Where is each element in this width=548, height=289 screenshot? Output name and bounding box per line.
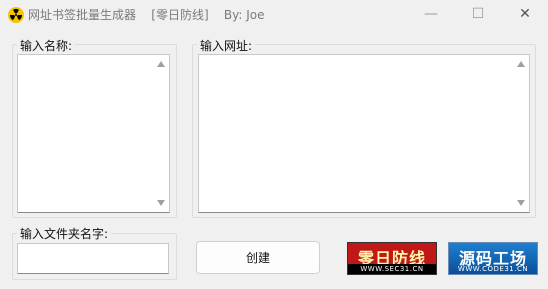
close-icon: ✕ (519, 6, 531, 22)
arrow-down-icon[interactable] (157, 200, 165, 206)
name-textarea[interactable] (17, 54, 170, 213)
maximize-icon: ☐ (471, 6, 485, 22)
url-scrollbar[interactable] (513, 55, 529, 212)
name-group-label: 输入名称: (17, 37, 76, 54)
arrow-up-icon[interactable] (517, 61, 525, 67)
window-title: 网址书签批量生成器 [零日防线] By: Joe (28, 8, 265, 22)
sec31-banner[interactable]: 零日防线 WWW.SEC31.CN (347, 242, 437, 275)
arrow-down-icon[interactable] (517, 200, 525, 206)
code31-banner[interactable]: 源码工场 WWW.CODE31.CN (448, 242, 538, 275)
create-button-label: 创建 (245, 251, 270, 265)
maximize-button[interactable]: ☐ (455, 0, 501, 28)
sec31-banner-url: WWW.SEC31.CN (360, 265, 424, 273)
title-bar: 网址书签批量生成器 [零日防线] By: Joe — ☐ ✕ (0, 0, 548, 28)
url-textarea[interactable] (198, 54, 530, 213)
folder-group-label: 输入文件夹名字: (17, 225, 112, 242)
close-button[interactable]: ✕ (502, 0, 548, 28)
radiation-icon (8, 7, 24, 23)
minimize-button[interactable]: — (408, 0, 454, 28)
name-scrollbar[interactable] (153, 55, 169, 212)
folder-input[interactable] (17, 243, 169, 274)
url-group-label: 输入网址: (197, 37, 256, 54)
code31-banner-url: WWW.CODE31.CN (457, 265, 529, 273)
arrow-up-icon[interactable] (157, 61, 165, 67)
minimize-icon: — (424, 6, 438, 22)
create-button[interactable]: 创建 (196, 241, 320, 274)
